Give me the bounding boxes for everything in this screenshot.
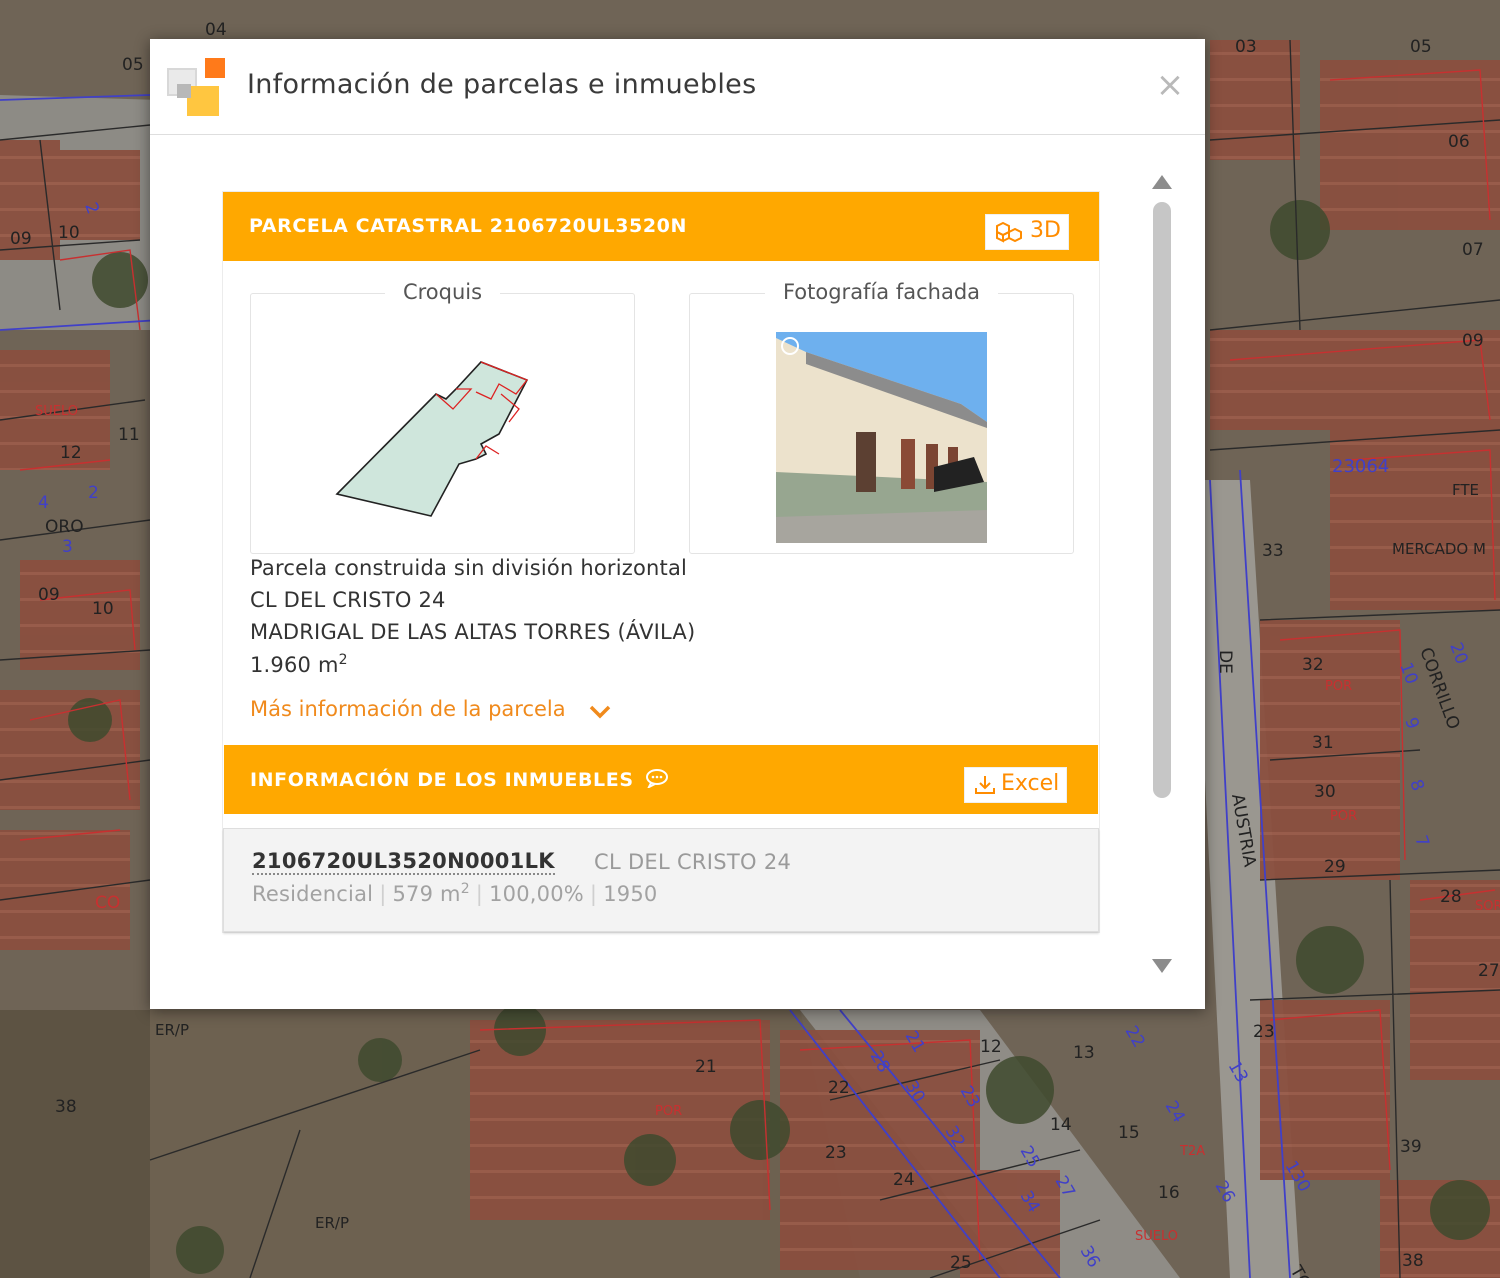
svg-text:SOR: SOR (1475, 899, 1500, 914)
svg-text:05: 05 (122, 55, 144, 75)
property-share: 100,00% (489, 882, 584, 906)
parcel-info-dialog: Información de parcelas e inmuebles × PA… (150, 39, 1205, 1009)
svg-text:ER/P: ER/P (315, 1214, 349, 1232)
svg-text:ORO: ORO (45, 517, 84, 537)
svg-text:10: 10 (92, 599, 114, 619)
svg-text:11: 11 (118, 425, 140, 445)
svg-text:14: 14 (1050, 1115, 1072, 1135)
svg-text:39: 39 (1400, 1137, 1422, 1157)
chevron-down-icon[interactable] (587, 702, 613, 726)
svg-text:23: 23 (825, 1143, 847, 1163)
svg-text:POR: POR (1325, 679, 1352, 694)
svg-text:13: 13 (1073, 1043, 1095, 1063)
view-3d-button[interactable]: 3D (985, 214, 1069, 250)
download-icon (973, 774, 997, 802)
property-details: Residencial | 579 m2 | 100,00% | 1950 (252, 881, 658, 906)
svg-text:29: 29 (1324, 857, 1346, 877)
svg-text:03: 03 (1235, 37, 1257, 57)
svg-text:21: 21 (695, 1057, 717, 1077)
svg-text:30: 30 (1314, 782, 1336, 802)
cubes-3d-icon (994, 221, 1022, 249)
facade-photo-title: Fotografía fachada (690, 280, 1073, 304)
svg-text:23: 23 (1253, 1022, 1275, 1042)
dialog-title: Información de parcelas e inmuebles (247, 69, 757, 100)
svg-text:38: 38 (55, 1097, 77, 1117)
parcel-area: 1.960 m2 (250, 652, 348, 677)
facade-photo-card: Fotografía fachada (689, 280, 1074, 554)
svg-text:32: 32 (1302, 655, 1324, 675)
parcel-type: Parcela construida sin división horizont… (250, 556, 688, 580)
view-3d-label: 3D (1030, 218, 1061, 243)
svg-text:31: 31 (1312, 733, 1334, 753)
property-address: CL DEL CRISTO 24 (594, 850, 792, 874)
svg-text:05: 05 (1410, 37, 1432, 57)
svg-text:22: 22 (828, 1078, 850, 1098)
properties-header-title: INFORMACIÓN DE LOS INMUEBLES (250, 768, 669, 793)
scrollbar-thumb[interactable] (1153, 202, 1171, 798)
property-year: 1950 (603, 882, 658, 906)
parcel-address: CL DEL CRISTO 24 (250, 588, 446, 612)
property-reference-link[interactable]: 2106720UL3520N0001LK (252, 849, 555, 875)
property-use: Residencial (252, 882, 374, 906)
svg-text:FTE: FTE (1452, 481, 1479, 499)
dialog-header: Información de parcelas e inmuebles × (150, 39, 1205, 135)
svg-text:38: 38 (1402, 1251, 1424, 1271)
parcel-sketch[interactable] (331, 354, 561, 524)
svg-text:10: 10 (58, 223, 80, 243)
excel-export-button[interactable]: Excel (964, 767, 1067, 803)
more-parcel-info-link[interactable]: Más información de la parcela (250, 697, 566, 721)
svg-text:33: 33 (1262, 541, 1284, 561)
svg-text:MERCADO M: MERCADO M (1392, 540, 1486, 558)
parcel-panel: PARCELA CATASTRAL 2106720UL3520N 3D Croq… (222, 191, 1100, 933)
svg-text:DE: DE (1215, 650, 1235, 674)
svg-text:ER/P: ER/P (155, 1021, 189, 1039)
comment-icon[interactable] (645, 768, 669, 793)
svg-text:09: 09 (10, 229, 32, 249)
scroll-up-arrow-icon[interactable] (1151, 173, 1173, 191)
properties-header-bar: INFORMACIÓN DE LOS INMUEBLES Excel (224, 745, 1098, 814)
svg-text:T2A: T2A (1179, 1144, 1205, 1159)
svg-text:27: 27 (1478, 961, 1500, 981)
svg-text:07: 07 (1462, 240, 1484, 260)
catastro-logo-icon (167, 56, 227, 116)
svg-text:3: 3 (62, 537, 73, 557)
close-icon[interactable]: × (1155, 68, 1185, 102)
property-row: 2106720UL3520N0001LK CL DEL CRISTO 24 Re… (223, 828, 1099, 932)
svg-text:CO: CO (95, 893, 120, 913)
svg-text:09: 09 (1462, 331, 1484, 351)
svg-text:4: 4 (38, 493, 49, 513)
svg-text:SUELO: SUELO (35, 404, 78, 419)
parcel-municipality: MADRIGAL DE LAS ALTAS TORRES (ÁVILA) (250, 620, 696, 644)
svg-text:2: 2 (88, 483, 99, 503)
svg-text:12: 12 (980, 1037, 1002, 1057)
sketch-card: Croquis (250, 280, 635, 554)
svg-text:15: 15 (1118, 1123, 1140, 1143)
facade-photo[interactable] (776, 332, 987, 543)
svg-text:12: 12 (60, 443, 82, 463)
svg-text:POR: POR (655, 1104, 682, 1119)
sketch-title: Croquis (251, 280, 634, 304)
svg-text:POR: POR (1330, 809, 1357, 824)
parcel-header-title: PARCELA CATASTRAL 2106720UL3520N (249, 215, 687, 237)
svg-text:23064: 23064 (1332, 456, 1389, 477)
map-label: 04 (205, 20, 227, 40)
property-area: 579 m2 (392, 881, 470, 906)
svg-text:06: 06 (1448, 132, 1470, 152)
svg-text:28: 28 (1440, 887, 1462, 907)
parcel-header-bar: PARCELA CATASTRAL 2106720UL3520N 3D (223, 192, 1099, 261)
svg-text:SUELO: SUELO (1135, 1229, 1178, 1244)
svg-text:09: 09 (38, 585, 60, 605)
excel-export-label: Excel (1001, 771, 1060, 796)
svg-text:16: 16 (1158, 1183, 1180, 1203)
svg-text:24: 24 (893, 1170, 915, 1190)
scroll-down-arrow-icon[interactable] (1151, 957, 1173, 975)
svg-text:25: 25 (950, 1253, 972, 1273)
